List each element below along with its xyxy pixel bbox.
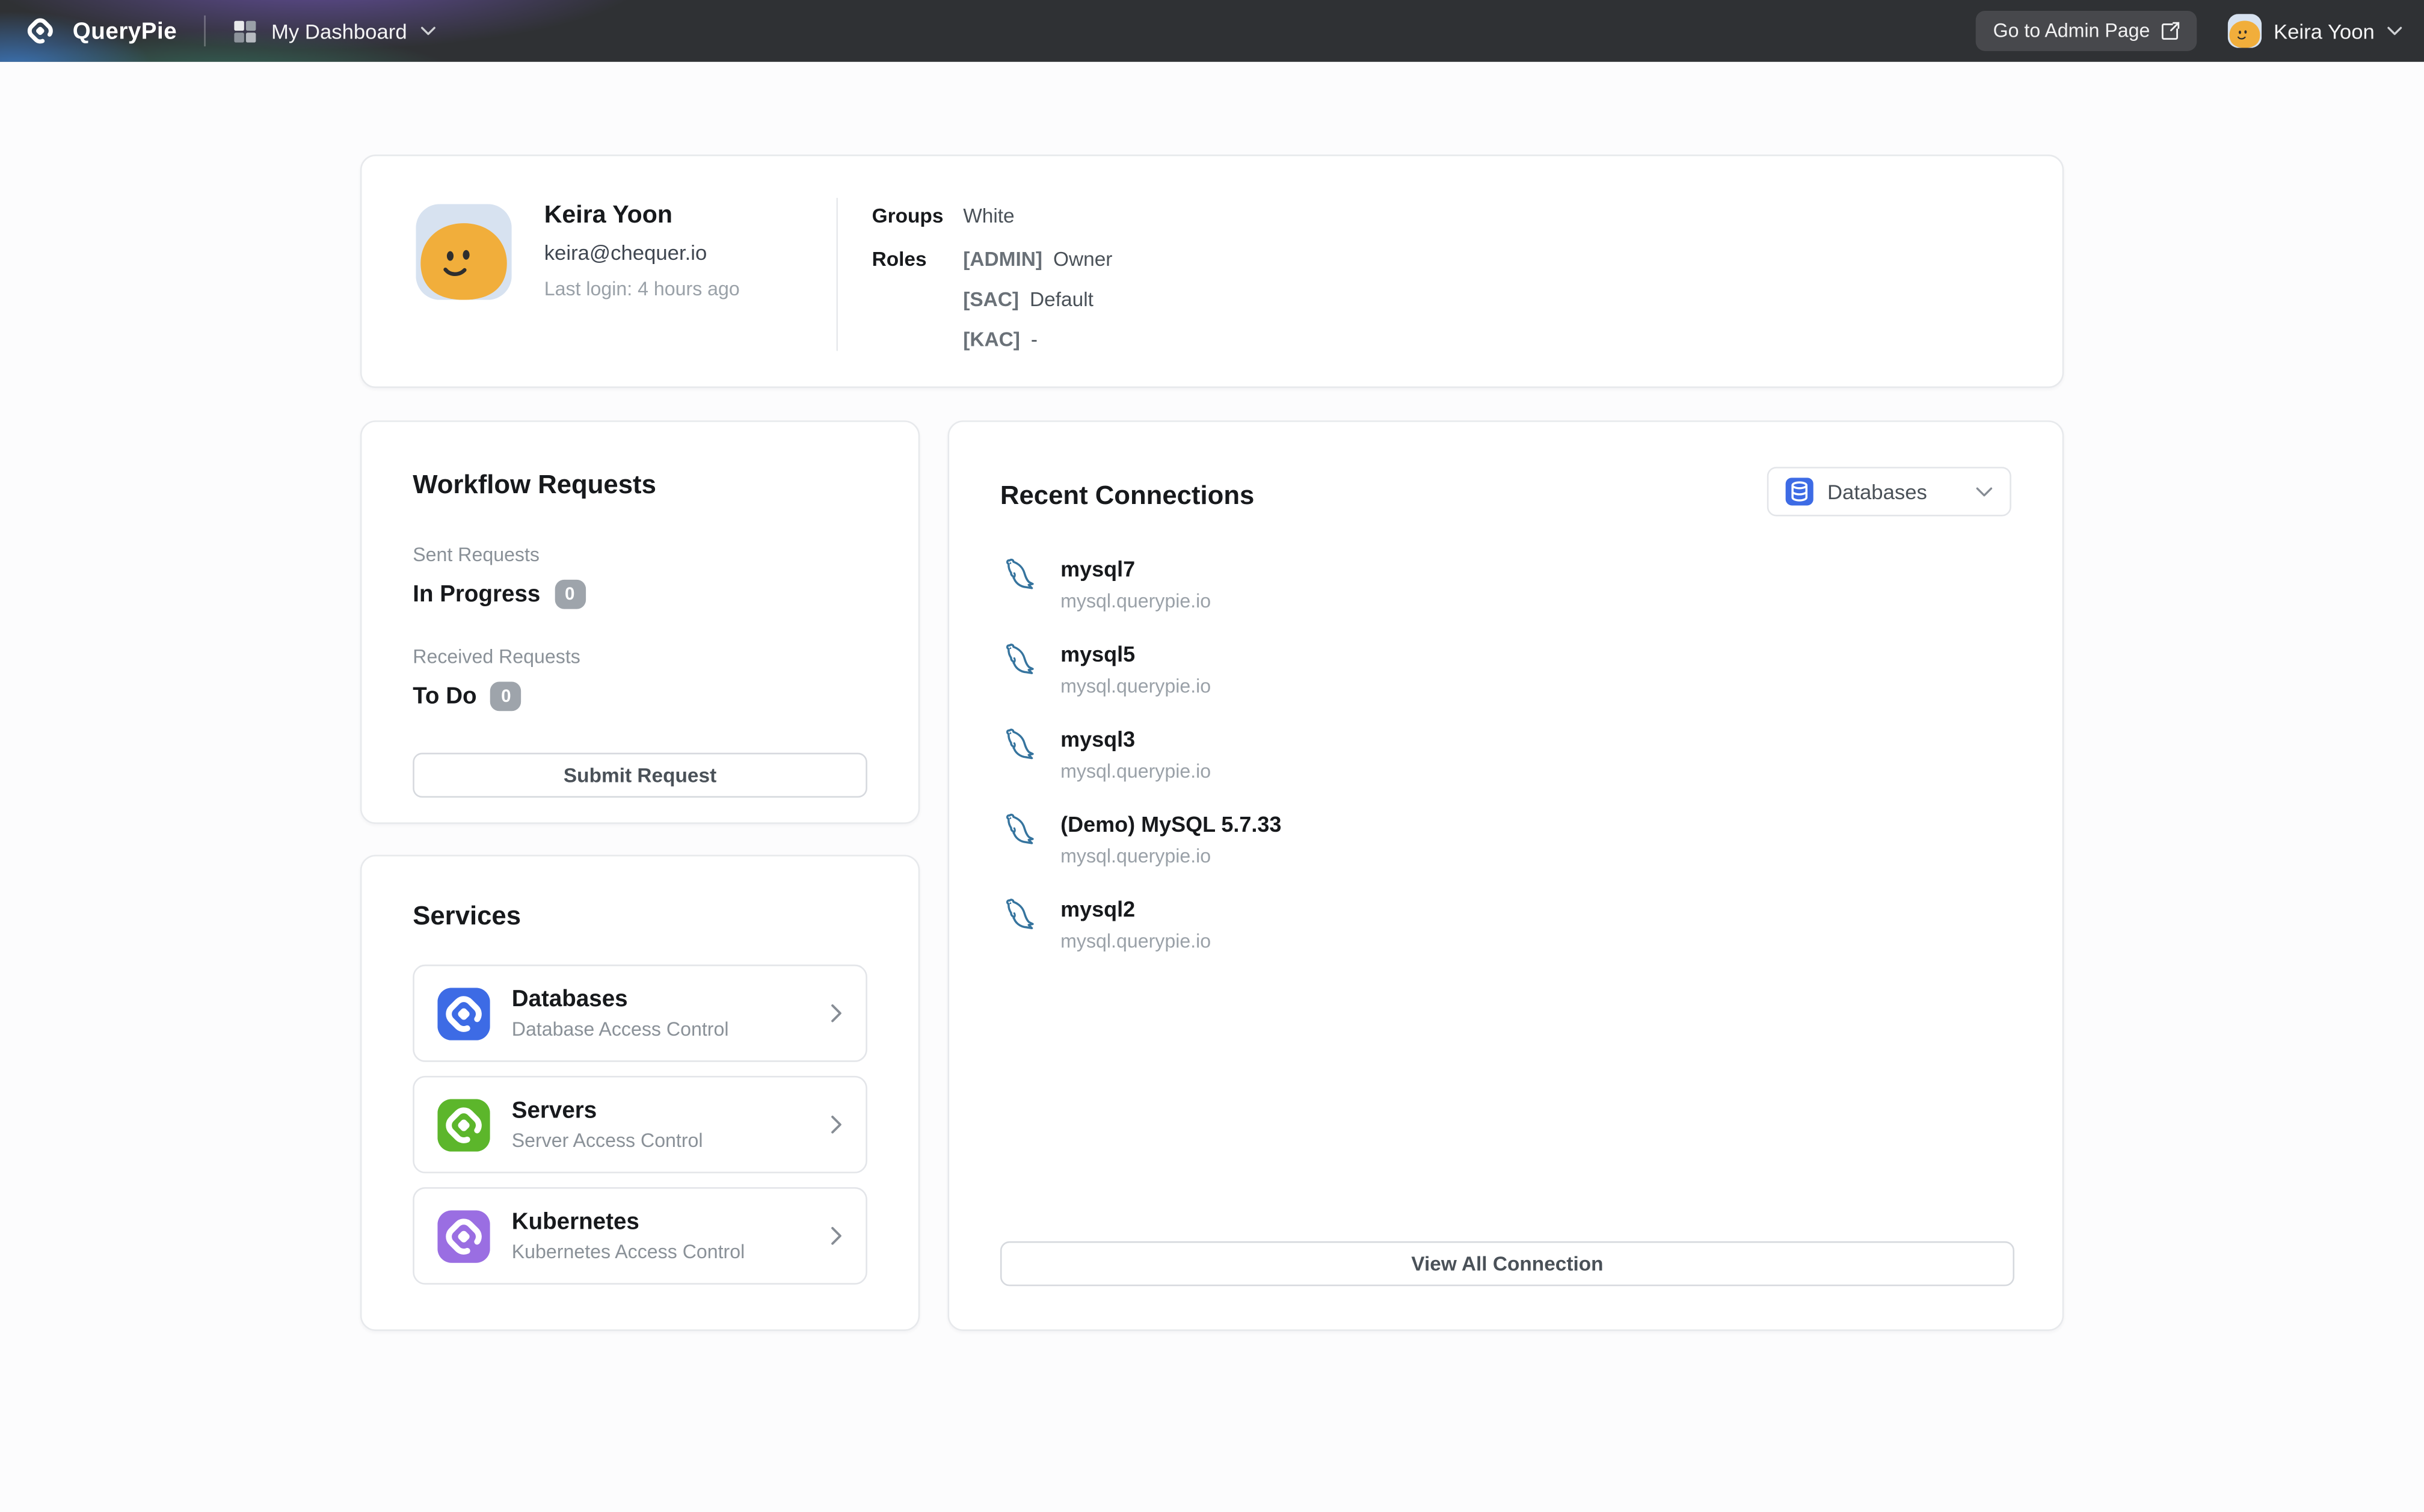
service-item-databases[interactable]: Databases Database Access Control <box>413 965 867 1062</box>
connection-item[interactable]: mysql2 mysql.querypie.io <box>1000 897 2011 953</box>
profile-divider <box>836 198 838 351</box>
connection-item[interactable]: mysql3 mysql.querypie.io <box>1000 727 2011 782</box>
admin-button-label: Go to Admin Page <box>1993 20 2150 41</box>
role-value: - <box>1031 328 1038 351</box>
top-bar: QueryPie My Dashboard Go to Admin Page <box>0 0 2424 62</box>
grid-icon <box>234 19 257 43</box>
recent-connections-title: Recent Connections <box>1000 481 1254 511</box>
service-name: Kubernetes <box>512 1209 808 1235</box>
databases-service-icon <box>437 987 490 1039</box>
mysql-dolphin-icon <box>1000 640 1041 680</box>
role-tag: [SAC] <box>963 287 1019 311</box>
role-tag: [KAC] <box>963 328 1020 351</box>
groups-label: Groups <box>872 204 964 227</box>
chevron-right-icon <box>830 1114 843 1134</box>
user-menu[interactable]: Keira Yoon <box>2227 14 2402 48</box>
connection-name: mysql2 <box>1060 897 1211 921</box>
kubernetes-service-icon <box>437 1209 490 1262</box>
role-value: Owner <box>1053 247 1112 271</box>
mysql-dolphin-icon <box>1000 725 1041 765</box>
connection-name: mysql7 <box>1060 556 1211 581</box>
services-title: Services <box>413 901 867 932</box>
service-item-servers[interactable]: Servers Server Access Control <box>413 1076 867 1173</box>
topbar-divider <box>205 16 206 46</box>
dashboard-menu[interactable]: My Dashboard <box>234 19 436 43</box>
database-icon <box>1786 478 1813 505</box>
profile-avatar <box>416 204 511 300</box>
connection-host: mysql.querypie.io <box>1060 761 1211 782</box>
services-card: Services Databases Database Access Contr… <box>360 855 920 1331</box>
connection-host: mysql.querypie.io <box>1060 675 1211 697</box>
submit-request-button[interactable]: Submit Request <box>413 753 867 798</box>
in-progress-label: In Progress <box>413 581 540 607</box>
connection-name: mysql3 <box>1060 727 1211 751</box>
role-row: [ADMIN] Owner <box>963 247 1112 271</box>
connection-item[interactable]: (Demo) MySQL 5.7.33 mysql.querypie.io <box>1000 811 2011 867</box>
sent-requests-label: Sent Requests <box>413 544 867 566</box>
connection-item[interactable]: mysql7 mysql.querypie.io <box>1000 556 2011 612</box>
mysql-dolphin-icon <box>1000 555 1041 595</box>
service-description: Kubernetes Access Control <box>512 1241 808 1263</box>
service-description: Server Access Control <box>512 1130 808 1152</box>
role-row: [SAC] Default <box>963 287 1112 311</box>
mysql-dolphin-icon <box>1000 895 1041 935</box>
profile-last-login: Last login: 4 hours ago <box>544 278 740 300</box>
connection-host: mysql.querypie.io <box>1060 846 1281 867</box>
recent-connections-card: Recent Connections Databases mysql7 mysq… <box>948 420 2064 1331</box>
todo-count-badge: 0 <box>491 681 521 711</box>
connection-host: mysql.querypie.io <box>1060 591 1211 612</box>
todo-row[interactable]: To Do 0 <box>413 681 867 711</box>
todo-label: To Do <box>413 683 476 710</box>
groups-value: White <box>963 204 1014 227</box>
workflow-requests-card: Workflow Requests Sent Requests In Progr… <box>360 420 920 824</box>
chevron-down-icon <box>421 26 437 35</box>
service-name: Databases <box>512 986 808 1013</box>
connection-type-selected: Databases <box>1827 480 1962 503</box>
dashboard-menu-label: My Dashboard <box>271 19 407 43</box>
connection-type-select[interactable]: Databases <box>1767 467 2011 516</box>
role-value: Default <box>1030 287 1094 311</box>
profile-email: keira@chequer.io <box>544 241 740 265</box>
role-row: [KAC] - <box>963 328 1112 351</box>
user-avatar <box>2227 14 2262 48</box>
roles-label: Roles <box>872 247 964 367</box>
service-name: Servers <box>512 1098 808 1124</box>
connection-name: mysql5 <box>1060 642 1211 666</box>
service-item-kubernetes[interactable]: Kubernetes Kubernetes Access Control <box>413 1187 867 1285</box>
workflow-title: Workflow Requests <box>413 470 867 500</box>
external-link-icon <box>2161 22 2179 40</box>
connection-host: mysql.querypie.io <box>1060 930 1211 952</box>
received-requests-label: Received Requests <box>413 646 867 668</box>
connection-name: (Demo) MySQL 5.7.33 <box>1060 811 1281 836</box>
brand-name: QueryPie <box>73 18 177 45</box>
profile-name: Keira Yoon <box>544 203 740 230</box>
in-progress-count-badge: 0 <box>554 580 585 609</box>
chevron-down-icon <box>1976 486 1993 497</box>
chevron-right-icon <box>830 1003 843 1023</box>
service-description: Database Access Control <box>512 1019 808 1040</box>
user-name: Keira Yoon <box>2274 19 2375 43</box>
in-progress-row[interactable]: In Progress 0 <box>413 580 867 609</box>
brand: QueryPie <box>22 13 177 50</box>
view-all-connection-button[interactable]: View All Connection <box>1000 1241 2014 1286</box>
chevron-down-icon <box>2387 26 2402 35</box>
servers-service-icon <box>437 1098 490 1151</box>
chevron-right-icon <box>830 1226 843 1246</box>
go-to-admin-page-button[interactable]: Go to Admin Page <box>1976 11 2196 51</box>
connection-item[interactable]: mysql5 mysql.querypie.io <box>1000 642 2011 698</box>
role-tag: [ADMIN] <box>963 247 1042 271</box>
mysql-dolphin-icon <box>1000 810 1041 850</box>
querypie-logo-icon <box>22 13 59 50</box>
profile-card: Keira Yoon keira@chequer.io Last login: … <box>360 155 2064 388</box>
